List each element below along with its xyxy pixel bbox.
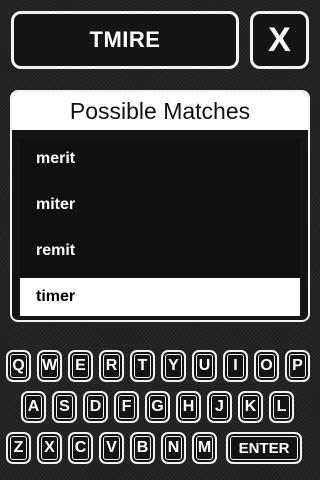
match-item[interactable]: miter: [20, 186, 300, 224]
key-w[interactable]: W: [37, 350, 62, 382]
key-c[interactable]: C: [68, 432, 93, 464]
key-b[interactable]: B: [130, 432, 155, 464]
matches-title: Possible Matches: [69, 97, 251, 124]
key-f[interactable]: F: [114, 391, 139, 423]
key-n[interactable]: N: [161, 432, 186, 464]
key-v[interactable]: V: [99, 432, 124, 464]
match-item[interactable]: remit: [20, 232, 300, 270]
match-item-selected[interactable]: timer: [20, 278, 300, 316]
close-icon: X: [268, 21, 291, 59]
keyboard: Q W E R T Y U I O P A S D F G H J K L Z …: [0, 346, 320, 476]
key-h[interactable]: H: [176, 391, 201, 423]
match-word: timer: [36, 288, 76, 305]
key-z[interactable]: Z: [6, 432, 31, 464]
key-r[interactable]: R: [99, 350, 124, 382]
match-word: miter: [36, 196, 76, 213]
key-a[interactable]: A: [21, 391, 46, 423]
key-j[interactable]: J: [207, 391, 232, 423]
key-m[interactable]: M: [192, 432, 217, 464]
scrambled-word: TMIRE: [89, 27, 161, 52]
enter-key[interactable]: ENTER: [226, 432, 302, 464]
key-e[interactable]: E: [68, 350, 93, 382]
key-k[interactable]: K: [238, 391, 263, 423]
close-button[interactable]: X: [250, 11, 309, 69]
key-s[interactable]: S: [52, 391, 77, 423]
key-t[interactable]: T: [130, 350, 155, 382]
key-p[interactable]: P: [285, 350, 310, 382]
match-list: merit miter remit timer: [20, 138, 300, 316]
matches-header: Possible Matches: [12, 92, 308, 130]
key-l[interactable]: L: [269, 391, 294, 423]
key-y[interactable]: Y: [161, 350, 186, 382]
key-i[interactable]: I: [223, 350, 248, 382]
key-u[interactable]: U: [192, 350, 217, 382]
possible-matches-panel: Possible Matches merit miter remit timer: [10, 90, 310, 322]
key-d[interactable]: D: [83, 391, 108, 423]
key-g[interactable]: G: [145, 391, 170, 423]
key-x[interactable]: X: [37, 432, 62, 464]
scrambled-word-display: TMIRE: [11, 11, 239, 69]
match-word: merit: [36, 150, 76, 167]
match-item[interactable]: merit: [20, 140, 300, 178]
match-word: remit: [36, 242, 76, 259]
key-o[interactable]: O: [254, 350, 279, 382]
key-q[interactable]: Q: [6, 350, 31, 382]
